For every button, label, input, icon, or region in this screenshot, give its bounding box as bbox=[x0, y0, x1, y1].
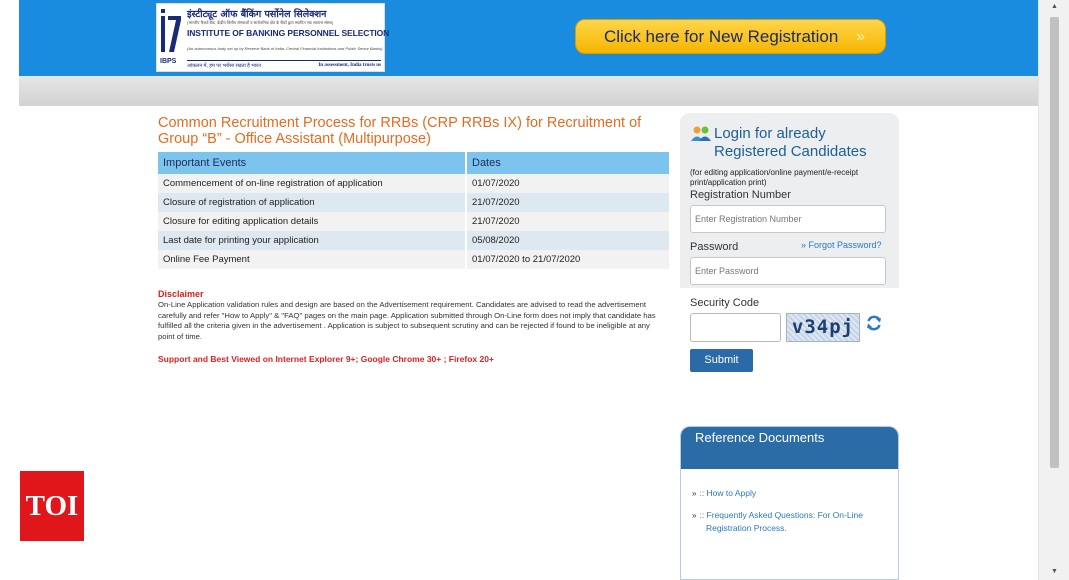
logo-acronym: IBPS bbox=[160, 58, 177, 65]
table-header-row: Important Events Dates bbox=[158, 152, 671, 174]
event-cell: Closure for editing application details bbox=[158, 212, 467, 231]
reference-documents-title: Reference Documents bbox=[681, 427, 898, 469]
submit-button[interactable]: Submit bbox=[690, 349, 753, 372]
ref-link-label: :: How to Apply bbox=[699, 488, 757, 498]
table-row: Online Fee Payment 01/07/2020 to 21/07/2… bbox=[158, 250, 671, 269]
logo-english-tagline: In assessment, India trusts us bbox=[318, 63, 381, 68]
browser-support-note: Support and Best Viewed on Internet Expl… bbox=[158, 354, 494, 364]
table-row: Closure of registration of application 2… bbox=[158, 193, 671, 212]
important-events-table: Important Events Dates Commencement of o… bbox=[158, 152, 671, 269]
scrollbar-thumb[interactable] bbox=[1050, 17, 1059, 468]
ref-link-how-to-apply[interactable]: »:: How to Apply bbox=[692, 487, 872, 500]
disclaimer-text: On-Line Application validation rules and… bbox=[158, 300, 656, 341]
captcha-image: v34pj bbox=[786, 313, 860, 342]
toi-logo: TOI bbox=[20, 471, 84, 541]
registration-number-input[interactable] bbox=[690, 205, 886, 233]
table-row: Closure for editing application details … bbox=[158, 212, 671, 231]
users-icon bbox=[691, 126, 711, 141]
event-cell: Commencement of on-line registration of … bbox=[158, 174, 467, 193]
forgot-password-link[interactable]: » Forgot Password? bbox=[801, 240, 882, 250]
date-cell: 21/07/2020 bbox=[466, 212, 671, 231]
event-cell: Closure of registration of application bbox=[158, 193, 467, 212]
password-label: Password bbox=[690, 241, 739, 253]
password-input[interactable] bbox=[690, 257, 886, 285]
event-cell: Online Fee Payment bbox=[158, 250, 467, 269]
page-title: Common Recruitment Process for RRBs (CRP… bbox=[158, 115, 642, 147]
logo-hindi-tagline: आंकलन में, हम पर भरोसा रखता है भारत bbox=[187, 63, 261, 69]
logo-english-subtitle: (An autonomous body set up by Reserve Ba… bbox=[187, 46, 383, 51]
registration-number-label: Registration Number bbox=[690, 189, 791, 201]
ref-link-faq[interactable]: »:: Frequently Asked Questions: For On-L… bbox=[692, 509, 872, 534]
logo-hindi-subtitle: (भारतीय रिज़र्व बैंक, केंद्रीय वित्तीय स… bbox=[187, 20, 334, 25]
new-registration-label: Click here for New Registration bbox=[604, 27, 839, 46]
event-cell: Last date for printing your application bbox=[158, 231, 467, 250]
vertical-scrollbar[interactable]: ▲ ▼ bbox=[1038, 0, 1069, 580]
ref-link-label: :: Frequently Asked Questions: For On-Li… bbox=[699, 510, 863, 533]
logo-taglines: आंकलन में, हम पर भरोसा रखता है भारत In a… bbox=[187, 60, 381, 69]
date-cell: 01/07/2020 bbox=[466, 174, 671, 193]
reference-documents-panel: Reference Documents »:: How to Apply »::… bbox=[680, 426, 899, 580]
scroll-down-arrow-icon[interactable]: ▼ bbox=[1051, 568, 1058, 575]
scroll-up-arrow-icon[interactable]: ▲ bbox=[1051, 3, 1058, 10]
date-cell: 05/08/2020 bbox=[466, 231, 671, 250]
double-chevron-right-icon: » bbox=[692, 511, 697, 520]
date-cell: 21/07/2020 bbox=[466, 193, 671, 212]
logo-english-name: INSTITUTE OF BANKING PERSONNEL SELECTION bbox=[187, 28, 390, 38]
security-code-input[interactable] bbox=[690, 313, 781, 342]
logo-hindi-name: इंस्टीट्यूट ऑफ बैंकिंग पर्सोनेल सिलेक्शन bbox=[187, 9, 327, 20]
new-registration-button[interactable]: Click here for New Registration » bbox=[575, 19, 886, 54]
security-code-label: Security Code bbox=[690, 297, 760, 309]
refresh-captcha-icon[interactable] bbox=[865, 314, 883, 332]
double-chevron-right-icon: » bbox=[801, 240, 807, 250]
double-chevron-right-icon: » bbox=[856, 28, 865, 45]
date-cell: 01/07/2020 to 21/07/2020 bbox=[466, 250, 671, 269]
double-chevron-right-icon: » bbox=[692, 489, 697, 498]
forgot-password-label: Forgot Password? bbox=[808, 240, 882, 250]
table-row: Commencement of on-line registration of … bbox=[158, 174, 671, 193]
table-row: Last date for printing your application … bbox=[158, 231, 671, 250]
table-header-dates: Dates bbox=[466, 152, 671, 174]
ibps-logo[interactable]: IBPS इंस्टीट्यूट ऑफ बैंकिंग पर्सोनेल सिल… bbox=[156, 3, 389, 72]
disclaimer-title: Disclaimer bbox=[158, 289, 204, 299]
login-panel: Login for already Registered Candidates … bbox=[680, 113, 899, 288]
page-viewport: IBPS इंस्टीट्यूट ऑफ बैंकिंग पर्सोनेल सिल… bbox=[0, 0, 1069, 580]
ibps-emblem-icon: IBPS bbox=[160, 9, 181, 65]
table-header-events: Important Events bbox=[158, 152, 467, 174]
login-title: Login for already Registered Candidates bbox=[714, 125, 867, 160]
login-hint: (for editing application/online payment/… bbox=[690, 168, 859, 187]
nav-bar bbox=[19, 76, 1038, 106]
